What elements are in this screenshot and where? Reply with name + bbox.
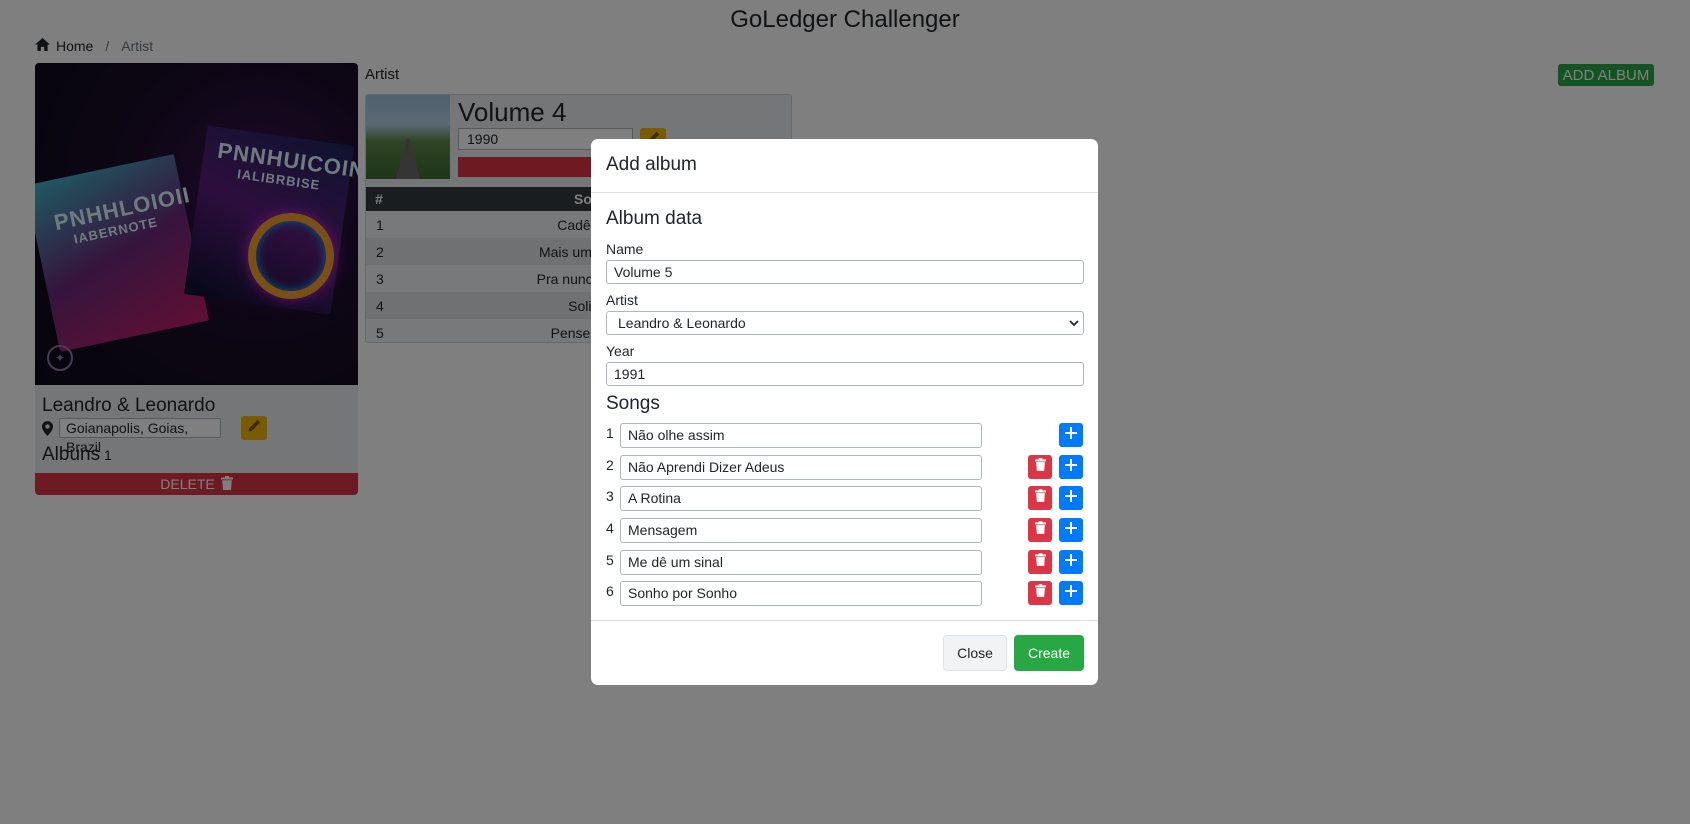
chevron-down-icon <box>1069 312 1079 342</box>
add-song-button[interactable] <box>1059 550 1083 574</box>
song-input[interactable]: Sonho por Sonho <box>620 581 982 606</box>
remove-song-button[interactable] <box>1028 455 1052 479</box>
plus-icon <box>1065 553 1077 571</box>
name-label: Name <box>606 241 644 257</box>
add-song-button[interactable] <box>1059 518 1083 542</box>
artist-select-value: Leandro & Leonardo <box>618 315 746 331</box>
remove-song-button[interactable] <box>1028 518 1052 542</box>
modal-footer-divider <box>591 620 1098 621</box>
plus-icon <box>1065 426 1077 444</box>
song-number: 2 <box>606 457 614 473</box>
add-album-modal: Add album Album data Name Volume 5 Artis… <box>591 139 1098 685</box>
trash-icon <box>1034 521 1046 539</box>
song-number: 6 <box>606 583 614 599</box>
song-input[interactable]: Mensagem <box>620 518 982 543</box>
remove-song-button[interactable] <box>1028 581 1052 605</box>
year-label: Year <box>606 343 635 359</box>
song-input[interactable]: Me dê um sinal <box>620 550 982 575</box>
remove-song-button[interactable] <box>1028 550 1052 574</box>
add-song-button[interactable] <box>1059 486 1083 510</box>
song-number: 3 <box>606 488 614 504</box>
album-data-heading: Album data <box>606 208 703 229</box>
song-input[interactable]: A Rotina <box>620 486 982 511</box>
artist-select[interactable]: Leandro & Leonardo <box>606 311 1084 335</box>
add-song-button[interactable] <box>1059 581 1083 605</box>
plus-icon <box>1065 458 1077 476</box>
song-number: 5 <box>606 552 614 568</box>
close-button[interactable]: Close <box>943 635 1007 671</box>
add-song-button[interactable] <box>1059 455 1083 479</box>
remove-song-button[interactable] <box>1028 486 1052 510</box>
plus-icon <box>1065 489 1077 507</box>
song-number: 1 <box>606 425 614 441</box>
plus-icon <box>1065 584 1077 602</box>
trash-icon <box>1034 489 1046 507</box>
modal-title: Add album <box>606 154 697 175</box>
plus-icon <box>1065 521 1077 539</box>
add-song-button[interactable] <box>1059 423 1083 447</box>
name-input[interactable]: Volume 5 <box>606 260 1084 284</box>
modal-header-divider <box>591 192 1098 193</box>
song-input[interactable]: Não olhe assim <box>620 423 982 448</box>
create-button[interactable]: Create <box>1014 635 1084 671</box>
trash-icon <box>1034 584 1046 602</box>
song-input[interactable]: Não Aprendi Dizer Adeus <box>620 455 982 480</box>
song-number: 4 <box>606 520 614 536</box>
trash-icon <box>1034 553 1046 571</box>
artist-label: Artist <box>606 292 638 308</box>
trash-icon <box>1034 458 1046 476</box>
year-input[interactable]: 1991 <box>606 362 1084 386</box>
songs-heading: Songs <box>606 393 660 414</box>
